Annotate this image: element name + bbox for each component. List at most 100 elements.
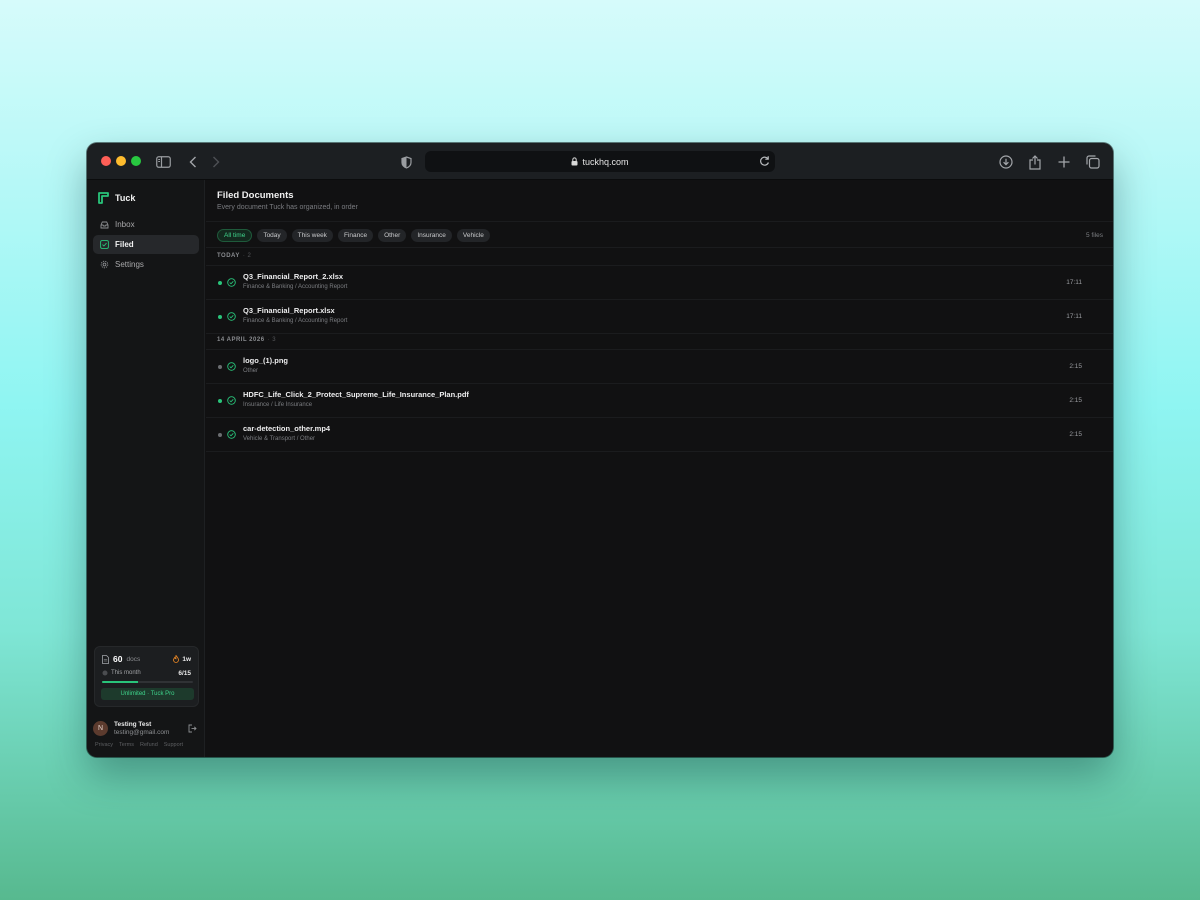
lock-icon xyxy=(571,157,578,166)
quota-progress-bar xyxy=(102,681,193,683)
calendar-dot-icon xyxy=(102,670,108,676)
document-row[interactable]: Q3_Financial_Report.xlsx Finance & Banki… xyxy=(206,300,1113,333)
minimize-window-button[interactable] xyxy=(116,156,126,166)
document-category: Finance & Banking / Accounting Report xyxy=(243,318,348,324)
new-tab-icon[interactable] xyxy=(1054,152,1074,172)
filter-chip-this-week[interactable]: This week xyxy=(291,229,333,242)
check-circle-icon xyxy=(227,396,236,405)
filter-chip-vehicle[interactable]: Vehicle xyxy=(456,229,490,242)
main-content: Filed Documents Every document Tuck has … xyxy=(206,180,1113,757)
document-name: car-detection_other.mp4 xyxy=(243,424,331,433)
document-category: Vehicle & Transport / Other xyxy=(243,436,316,442)
usage-card: 60 docs 1w This month 6/15 Unlimited · T… xyxy=(94,646,199,707)
browser-toolbar: tuckhq.com xyxy=(87,143,1113,180)
document-name: Q3_Financial_Report.xlsx xyxy=(243,306,335,315)
sidebar-item-settings[interactable]: Settings xyxy=(93,255,199,274)
sidebar-item-label: Settings xyxy=(115,260,144,269)
sidebar-item-label: Filed xyxy=(115,240,134,249)
document-icon xyxy=(102,654,109,664)
reload-icon[interactable] xyxy=(759,155,770,167)
document-row[interactable]: logo_(1).png Other 2:15 xyxy=(206,350,1113,383)
divider xyxy=(206,451,1113,452)
footer-links: Privacy Terms Refund Support xyxy=(95,742,183,748)
group-label-text: 14 APRIL 2026 xyxy=(217,337,265,343)
user-profile[interactable]: N Testing Test testing@gmail.com xyxy=(93,720,199,740)
share-icon[interactable] xyxy=(1025,152,1045,172)
page-title: Filed Documents xyxy=(217,190,294,201)
brand[interactable]: Tuck xyxy=(98,192,135,204)
document-time: 2:15 xyxy=(1069,363,1082,370)
filter-chips: All time Today This week Finance Other I… xyxy=(217,229,490,242)
tab-overview-icon[interactable] xyxy=(1083,152,1103,172)
group-label-date: 14 APRIL 2026 · 3 xyxy=(217,337,276,343)
document-name: logo_(1).png xyxy=(243,356,288,365)
address-bar[interactable]: tuckhq.com xyxy=(425,151,775,172)
app-name: Tuck xyxy=(115,193,136,203)
filter-chip-all-time[interactable]: All time xyxy=(217,229,253,242)
document-row[interactable]: car-detection_other.mp4 Vehicle & Transp… xyxy=(206,418,1113,451)
support-link[interactable]: Support xyxy=(164,742,183,748)
check-circle-icon xyxy=(227,312,236,321)
quota-progress-fill xyxy=(102,681,139,683)
forward-icon[interactable] xyxy=(206,152,226,172)
filed-check-icon xyxy=(100,240,109,249)
document-time: 2:15 xyxy=(1069,431,1082,438)
divider xyxy=(206,247,1113,248)
back-icon[interactable] xyxy=(183,152,203,172)
user-email: testing@gmail.com xyxy=(114,729,170,736)
sidebar-item-filed[interactable]: Filed xyxy=(93,235,199,254)
status-dot xyxy=(218,365,222,369)
page-subtitle: Every document Tuck has organized, in or… xyxy=(217,204,358,211)
status-dot xyxy=(218,281,222,285)
document-category: Insurance / Life Insurance xyxy=(243,402,313,408)
filter-chip-other[interactable]: Other xyxy=(378,229,407,242)
streak-badge: 1w xyxy=(173,655,191,663)
document-time: 17:11 xyxy=(1066,313,1082,320)
sidebar-item-label: Inbox xyxy=(115,220,135,229)
filter-chip-today[interactable]: Today xyxy=(257,229,287,242)
download-icon[interactable] xyxy=(996,152,1016,172)
plan-badge[interactable]: Unlimited · Tuck Pro xyxy=(101,688,194,700)
maximize-window-button[interactable] xyxy=(131,156,141,166)
flame-icon xyxy=(173,655,180,663)
filter-chip-insurance[interactable]: Insurance xyxy=(411,229,452,242)
group-label-today: TODAY · 2 xyxy=(217,253,251,259)
check-circle-icon xyxy=(227,430,236,439)
group-count: · 3 xyxy=(267,337,277,343)
document-category: Finance & Banking / Accounting Report xyxy=(243,284,348,290)
document-row[interactable]: Q3_Financial_Report_2.xlsx Finance & Ban… xyxy=(206,266,1113,299)
status-dot xyxy=(218,399,222,403)
refund-link[interactable]: Refund xyxy=(140,742,158,748)
logout-icon[interactable] xyxy=(188,724,197,733)
filter-chip-finance[interactable]: Finance xyxy=(337,229,374,242)
divider xyxy=(206,221,1113,222)
streak-value: 1w xyxy=(182,655,191,663)
document-time: 17:11 xyxy=(1066,279,1082,286)
check-circle-icon xyxy=(227,278,236,287)
avatar: N xyxy=(93,721,108,736)
docs-label: docs xyxy=(126,655,141,663)
document-name: Q3_Financial_Report_2.xlsx xyxy=(243,272,344,281)
document-category: Other xyxy=(243,368,259,374)
sidebar-item-inbox[interactable]: Inbox xyxy=(93,215,199,234)
divider xyxy=(206,333,1113,334)
sidebar: Tuck Inbox Filed Settings 60 docs 1w Thi… xyxy=(87,180,205,757)
group-count: · 2 xyxy=(242,253,252,259)
close-window-button[interactable] xyxy=(101,156,111,166)
user-name: Testing Test xyxy=(114,721,152,728)
status-dot xyxy=(218,433,222,437)
url-text: tuckhq.com xyxy=(582,156,629,167)
docs-count: 60 xyxy=(113,654,123,664)
document-name: HDFC_Life_Click_2_Protect_Supreme_Life_I… xyxy=(243,390,469,399)
privacy-link[interactable]: Privacy xyxy=(95,742,113,748)
terms-link[interactable]: Terms xyxy=(119,742,134,748)
privacy-shield-icon[interactable] xyxy=(396,152,416,172)
sidebar-toggle-icon[interactable] xyxy=(153,152,173,172)
browser-window: tuckhq.com Tuck Inbox Filed Settings 60 … xyxy=(87,143,1113,757)
quota-value: 6/15 xyxy=(178,670,191,677)
check-circle-icon xyxy=(227,362,236,371)
gear-icon xyxy=(100,260,109,269)
document-row[interactable]: HDFC_Life_Click_2_Protect_Supreme_Life_I… xyxy=(206,384,1113,417)
tuck-logo-icon xyxy=(98,192,109,204)
file-count: 5 files xyxy=(1086,232,1103,239)
